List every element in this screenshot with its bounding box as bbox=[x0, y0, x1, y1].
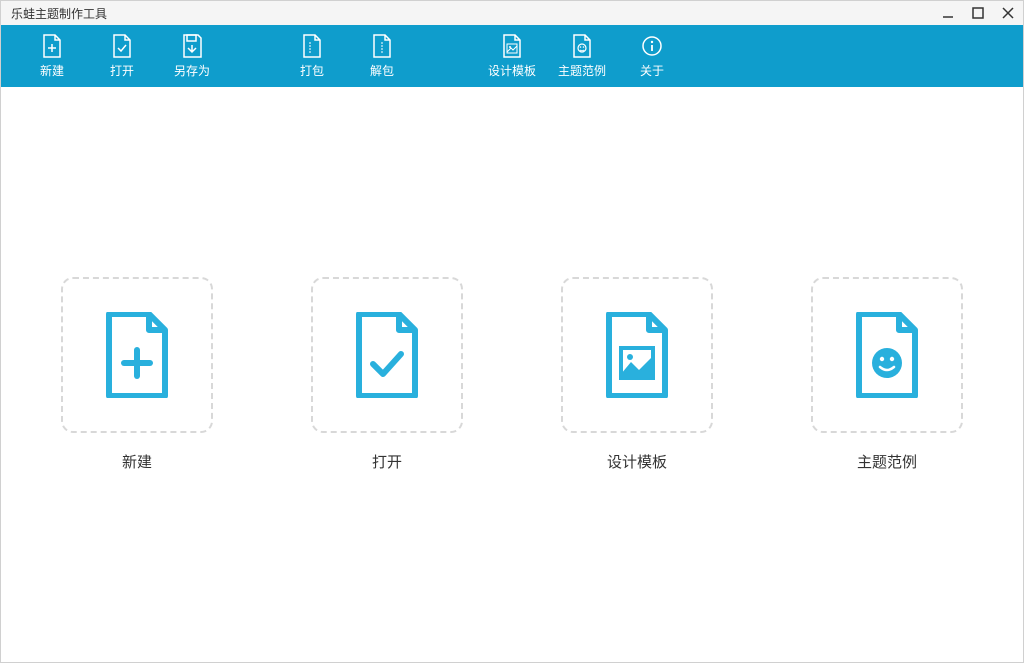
card-new-label: 新建 bbox=[122, 451, 152, 472]
window-title: 乐蛙主题制作工具 bbox=[9, 5, 107, 22]
titlebar: 乐蛙主题制作工具 bbox=[1, 1, 1023, 25]
pack-icon bbox=[300, 34, 324, 58]
toolbar-about-label: 关于 bbox=[640, 62, 664, 79]
toolbar-new-label: 新建 bbox=[40, 62, 64, 79]
open-file-icon bbox=[110, 34, 134, 58]
toolbar-pack-label: 打包 bbox=[300, 62, 324, 79]
toolbar-unpack-label: 解包 bbox=[370, 62, 394, 79]
toolbar-open[interactable]: 打开 bbox=[87, 25, 157, 87]
card-open[interactable]: 打开 bbox=[311, 277, 463, 472]
template-icon bbox=[500, 34, 524, 58]
card-new[interactable]: 新建 bbox=[61, 277, 213, 472]
new-file-icon bbox=[40, 34, 64, 58]
toolbar-template-label: 设计模板 bbox=[488, 62, 536, 79]
toolbar-theme-example[interactable]: 主题范例 bbox=[547, 25, 617, 87]
card-template-iconbox bbox=[561, 277, 713, 433]
card-new-iconbox bbox=[61, 277, 213, 433]
toolbar-pack[interactable]: 打包 bbox=[277, 25, 347, 87]
toolbar-open-label: 打开 bbox=[110, 62, 134, 79]
card-theme-example[interactable]: 主题范例 bbox=[811, 277, 963, 472]
card-template-label: 设计模板 bbox=[607, 451, 667, 472]
about-icon bbox=[640, 34, 664, 58]
card-open-iconbox bbox=[311, 277, 463, 433]
toolbar-save-as[interactable]: 另存为 bbox=[157, 25, 227, 87]
toolbar-unpack[interactable]: 解包 bbox=[347, 25, 417, 87]
card-theme-label: 主题范例 bbox=[857, 451, 917, 472]
minimize-button[interactable] bbox=[941, 6, 955, 20]
maximize-icon bbox=[972, 7, 984, 19]
close-icon bbox=[1002, 7, 1014, 19]
toolbar-about[interactable]: 关于 bbox=[617, 25, 687, 87]
toolbar-theme-label: 主题范例 bbox=[558, 62, 606, 79]
theme-icon bbox=[570, 34, 594, 58]
toolbar-save-as-label: 另存为 bbox=[174, 62, 210, 79]
card-open-label: 打开 bbox=[372, 451, 402, 472]
toolbar: 新建 打开 另存为 打包 bbox=[1, 25, 1023, 87]
new-document-icon bbox=[103, 312, 171, 398]
close-button[interactable] bbox=[1001, 6, 1015, 20]
toolbar-new[interactable]: 新建 bbox=[17, 25, 87, 87]
card-theme-iconbox bbox=[811, 277, 963, 433]
save-icon bbox=[180, 34, 204, 58]
toolbar-design-template[interactable]: 设计模板 bbox=[477, 25, 547, 87]
open-document-icon bbox=[353, 312, 421, 398]
theme-document-icon bbox=[853, 312, 921, 398]
maximize-button[interactable] bbox=[971, 6, 985, 20]
unpack-icon bbox=[370, 34, 394, 58]
main-content: 新建 打开 设计模板 bbox=[1, 87, 1023, 472]
template-document-icon bbox=[603, 312, 671, 398]
card-design-template[interactable]: 设计模板 bbox=[561, 277, 713, 472]
minimize-icon bbox=[942, 7, 954, 19]
window-controls bbox=[941, 6, 1015, 20]
